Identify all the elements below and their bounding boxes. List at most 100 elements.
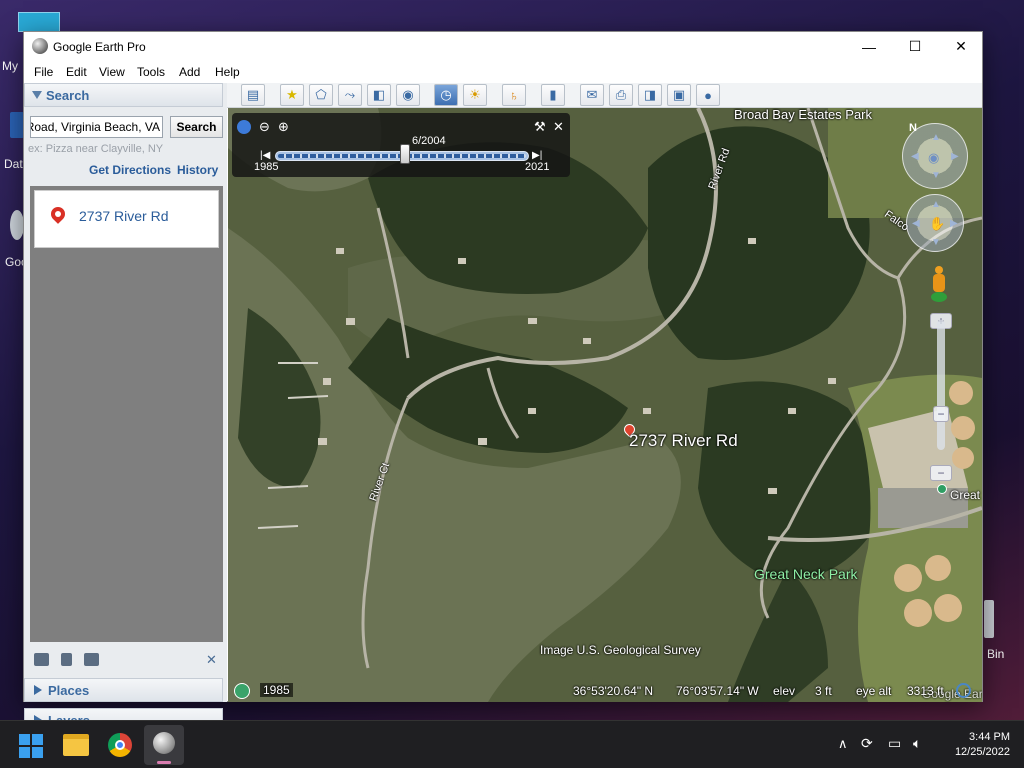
windows-start-icon[interactable]	[19, 734, 43, 758]
expand-triangle-icon	[34, 685, 42, 695]
sync-status-icon[interactable]: ⟳	[861, 735, 873, 752]
eye-altitude-value: 3313 ft	[907, 684, 944, 698]
search-result-label[interactable]: 2737 River Rd	[79, 208, 169, 224]
menu-tools[interactable]: Tools	[137, 65, 165, 79]
print-button[interactable]: ⎙	[609, 84, 633, 106]
placemark-label[interactable]: 2737 River Rd	[629, 431, 738, 451]
get-directions-link[interactable]: Get Directions	[89, 163, 171, 177]
look-right-icon[interactable]: ▶	[951, 151, 959, 162]
map-view[interactable]: Broad Bay Estates Park River Rd River Ct…	[228, 108, 982, 702]
toggle-sidebar-button[interactable]: ▤	[241, 84, 265, 106]
taskbar: ∧ ⟳ ▭ 🔈︎ 3:44 PM 12/25/2022	[0, 720, 1024, 768]
map-label-great-neck-school: Great Nec	[950, 488, 982, 502]
history-link[interactable]: History	[177, 163, 218, 177]
menu-file[interactable]: File	[34, 65, 53, 79]
elevation-label: elev	[773, 684, 796, 698]
slider-start-year: 1985	[254, 161, 279, 173]
view-in-maps-button[interactable]: ◨	[638, 84, 662, 106]
move-control[interactable]: ▲ ▼ ◀ ▶ ✋	[906, 194, 964, 252]
historical-imagery-slider: ⊖ ⊕ ⚒ ✕ 6/2004 |◀ ▶| 1985 2021	[232, 113, 570, 177]
ruler-button[interactable]: ▮	[541, 84, 565, 106]
search-section-header[interactable]: Search	[24, 83, 223, 107]
north-indicator-icon: N	[909, 122, 917, 134]
file-explorer-icon[interactable]	[63, 734, 89, 756]
settings-wrench-icon[interactable]: ⚒	[534, 119, 546, 135]
copy-icon[interactable]	[61, 653, 72, 666]
search-header-label: Search	[46, 88, 90, 103]
look-up-icon[interactable]: ▲	[931, 132, 941, 143]
side-panel: Search er Road, Virginia Beach, VA Searc…	[24, 83, 227, 732]
sunlight-button[interactable]: ☀	[463, 84, 487, 106]
show-hidden-icons-icon[interactable]: ∧	[838, 736, 848, 752]
search-input[interactable]: er Road, Virginia Beach, VA	[30, 116, 163, 138]
clear-search-icon[interactable]: ✕	[206, 652, 217, 668]
close-slider-icon[interactable]: ✕	[553, 119, 564, 135]
title-bar[interactable]: Google Earth Pro — ☐ ✕	[24, 32, 982, 61]
menu-edit[interactable]: Edit	[66, 65, 87, 79]
add-image-overlay-button[interactable]: ◧	[367, 84, 391, 106]
latitude-readout: 36°53'20.64" N	[573, 684, 654, 698]
slider-end-year: 2021	[525, 161, 550, 173]
move-right-icon[interactable]: ▶	[950, 218, 958, 229]
add-placemark-button[interactable]: ★	[280, 84, 304, 106]
placemark-pin-icon	[48, 204, 68, 224]
historical-imagery-button[interactable]: ◷	[434, 84, 458, 106]
add-to-my-places-icon[interactable]	[34, 653, 49, 666]
google-earth-taskbar-icon[interactable]	[144, 725, 184, 765]
menu-help[interactable]: Help	[215, 65, 240, 79]
menu-add[interactable]: Add	[179, 65, 200, 79]
longitude-readout: 76°03'57.14" W	[676, 684, 759, 698]
desktop-icon-my[interactable]	[18, 12, 60, 32]
google-earth-window: Google Earth Pro — ☐ ✕ File Edit View To…	[23, 31, 983, 732]
clock-time[interactable]: 3:44 PM	[956, 731, 1010, 743]
add-polygon-button[interactable]: ⬠	[309, 84, 333, 106]
school-marker-icon[interactable]	[937, 484, 947, 494]
zoom-out-time-icon[interactable]: ⊖	[259, 119, 270, 135]
look-around-control[interactable]: N ▲ ▼ ◀ ▶ ◉	[902, 122, 968, 189]
main-toolbar: ▤ ★ ⬠ ⤳ ◧ ◉ ◷ ☀ ♄ ▮ ✉ ⎙ ◨ ▣ ●	[227, 83, 982, 108]
clock-icon[interactable]	[237, 120, 251, 134]
search-result-item[interactable]: 2737 River Rd	[34, 190, 219, 248]
menu-view[interactable]: View	[99, 65, 125, 79]
maximize-button[interactable]: ☐	[892, 32, 938, 61]
eye-icon: ◉	[928, 150, 940, 165]
desktop-icon-dat[interactable]	[10, 112, 24, 138]
street-view-pegman-icon[interactable]	[931, 266, 947, 302]
look-left-icon[interactable]: ◀	[911, 151, 919, 162]
elevation-value: 3 ft	[815, 684, 832, 698]
historical-imagery-clock-icon[interactable]	[234, 683, 250, 699]
zoom-out-button[interactable]: −	[930, 465, 952, 481]
zoom-slider[interactable]	[937, 320, 945, 450]
look-down-icon[interactable]: ▼	[931, 170, 941, 181]
add-path-button[interactable]: ⤳	[338, 84, 362, 106]
email-button[interactable]: ✉	[580, 84, 604, 106]
satellite-imagery	[228, 108, 982, 702]
print-icon[interactable]	[84, 653, 99, 666]
eye-altitude-label: eye alt	[856, 684, 892, 698]
move-left-icon[interactable]: ◀	[912, 218, 920, 229]
search-button[interactable]: Search	[170, 116, 223, 138]
clock-date[interactable]: 12/25/2022	[940, 746, 1010, 758]
desktop-icon-bin[interactable]	[984, 600, 994, 638]
map-label-broad-bay: Broad Bay Estates Park	[734, 108, 873, 122]
minimize-button[interactable]: —	[846, 32, 892, 61]
slider-next-icon[interactable]: ▶|	[532, 150, 542, 161]
volume-icon[interactable]: 🔈︎	[913, 735, 921, 752]
save-image-button[interactable]: ▣	[667, 84, 691, 106]
desktop-label-my: My	[2, 59, 18, 73]
time-slider-thumb[interactable]	[399, 144, 410, 164]
zoom-in-time-icon[interactable]: ⊕	[278, 119, 289, 135]
chrome-icon[interactable]	[108, 733, 132, 757]
switch-planet-button[interactable]: ♄	[502, 84, 526, 106]
zoom-slider-thumb[interactable]: −	[933, 406, 949, 422]
earth-gallery-button[interactable]: ●	[696, 84, 720, 106]
places-section-header[interactable]: Places	[24, 678, 223, 702]
slider-prev-icon[interactable]: |◀	[260, 150, 270, 161]
desktop-label-bin: Bin	[987, 647, 1005, 661]
network-icon[interactable]: ▭	[888, 735, 901, 752]
record-tour-button[interactable]: ◉	[396, 84, 420, 106]
move-up-icon[interactable]: ▲	[931, 199, 941, 210]
desktop-icon-goo[interactable]	[10, 210, 24, 240]
close-button[interactable]: ✕	[938, 32, 984, 61]
move-down-icon[interactable]: ▼	[931, 237, 941, 248]
